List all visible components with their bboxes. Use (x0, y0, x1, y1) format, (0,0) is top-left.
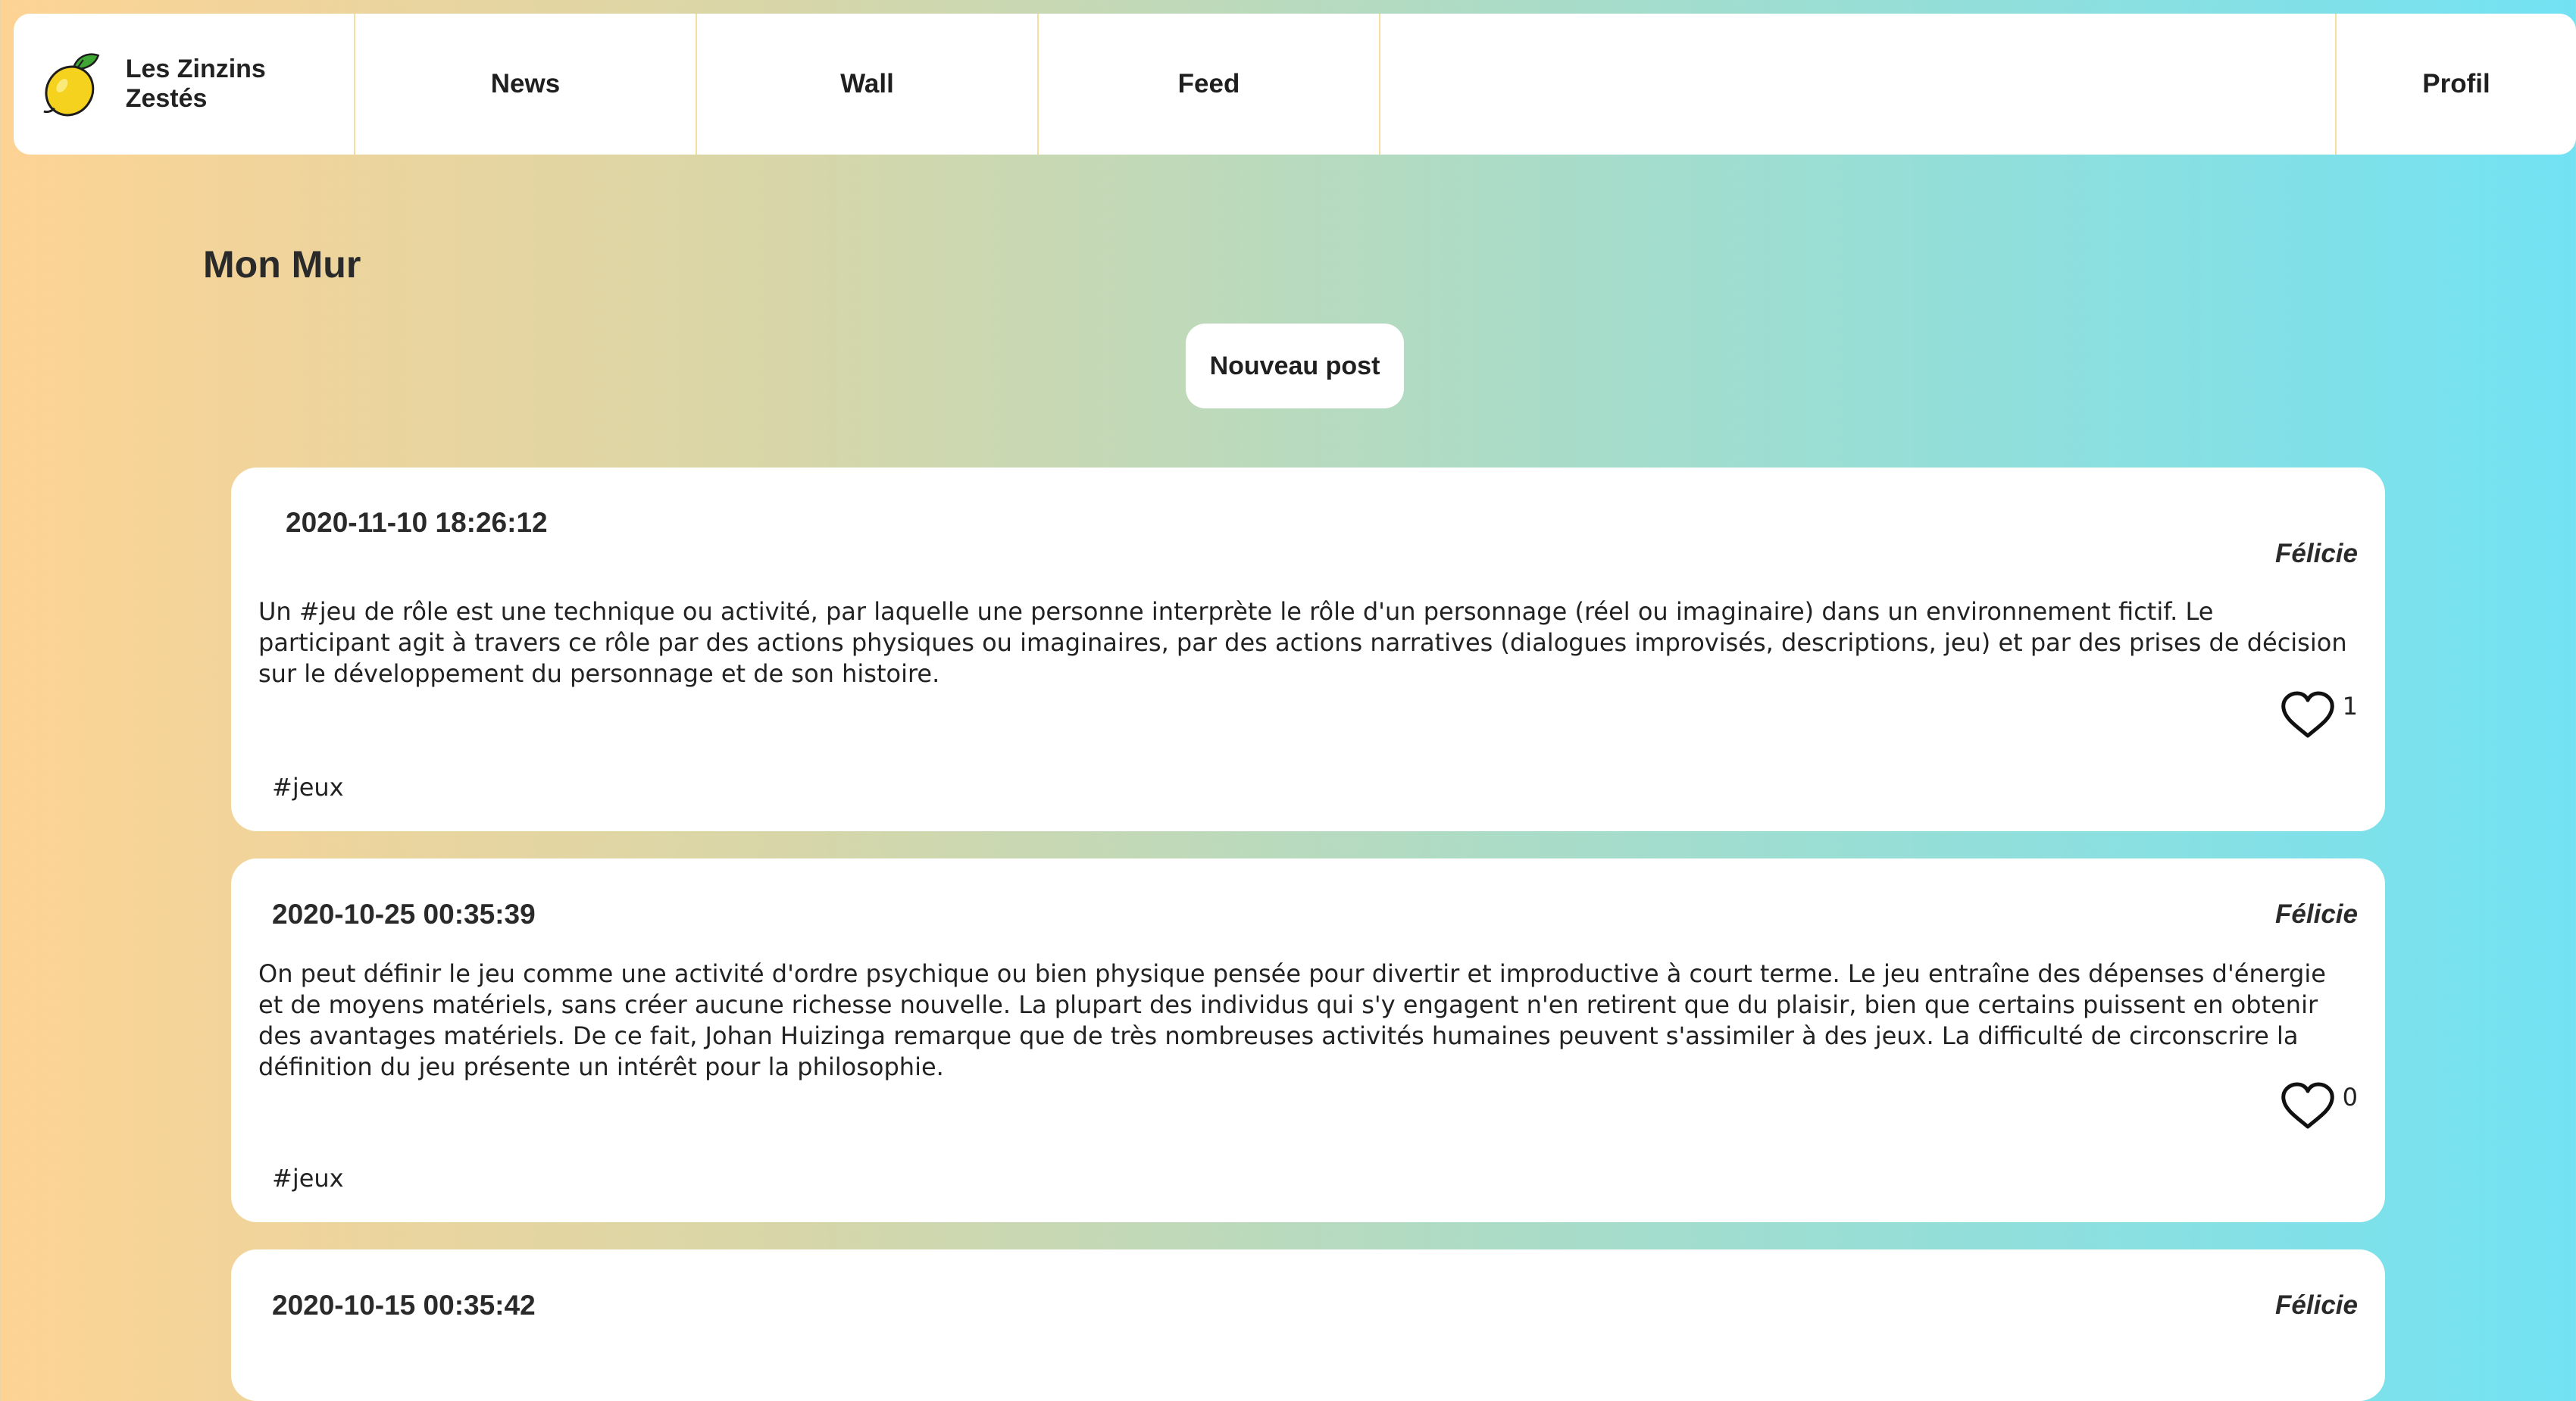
like-count: 1 (2342, 692, 2358, 721)
brand[interactable]: Les Zinzins Zestés (14, 14, 355, 155)
post-content: On peut définir le jeu comme une activit… (258, 959, 2326, 1081)
like-button[interactable]: 1 (2279, 690, 2358, 740)
top-navbar: Les Zinzins Zestés News Wall Feed Profil (14, 14, 2576, 155)
lemon-logo-icon (43, 53, 100, 117)
post-card: 2020-10-15 00:35:42 Félicie (231, 1249, 2385, 1401)
page-title: Mon Mur (203, 243, 361, 286)
post-tag[interactable]: #jeux (272, 773, 344, 802)
post-content: Un #jeu de rôle est une technique ou act… (258, 597, 2347, 688)
post-card: 2020-11-10 18:26:12 Félicie Un #jeu de r… (231, 468, 2385, 831)
post-date: 2020-11-10 18:26:12 (286, 507, 548, 538)
brand-name: Les Zinzins Zestés (125, 55, 266, 113)
new-post-button[interactable]: Nouveau post (1186, 324, 1404, 408)
nav-feed[interactable]: Feed (1039, 14, 1380, 155)
post-card: 2020-10-25 00:35:39 Félicie On peut défi… (231, 858, 2385, 1222)
nav-profile[interactable]: Profil (2337, 14, 2576, 155)
post-author[interactable]: Félicie (2275, 899, 2358, 930)
heart-icon (2281, 691, 2334, 738)
post-author[interactable]: Félicie (2275, 539, 2358, 569)
heart-icon (2281, 1082, 2334, 1129)
post-date: 2020-10-15 00:35:42 (272, 1290, 536, 1321)
nav-wall[interactable]: Wall (697, 14, 1039, 155)
post-date: 2020-10-25 00:35:39 (272, 899, 536, 930)
like-count: 0 (2342, 1083, 2358, 1112)
like-button[interactable]: 0 (2279, 1081, 2358, 1131)
nav-news[interactable]: News (355, 14, 697, 155)
post-tag[interactable]: #jeux (272, 1164, 344, 1193)
nav-spacer (1380, 14, 2337, 155)
post-author[interactable]: Félicie (2275, 1290, 2358, 1321)
